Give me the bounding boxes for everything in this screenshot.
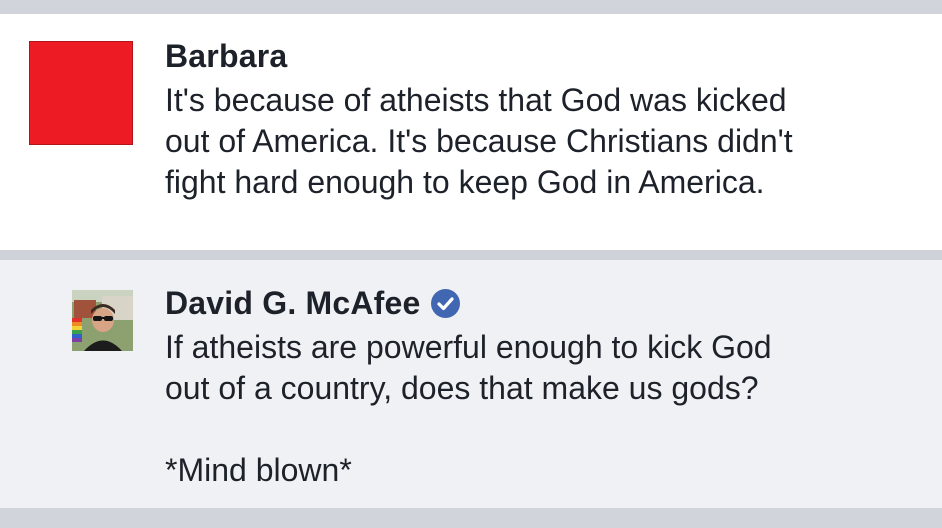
reply-david: David G. McAfee If atheists are powerful…	[0, 260, 942, 508]
reply-text: If atheists are powerful enough to kick …	[165, 327, 925, 409]
reply-text-line: If atheists are powerful enough to kick …	[165, 329, 772, 365]
comment-text-line: out of America. It's because Christians …	[165, 123, 793, 159]
comment-barbara: Barbara It's because of atheists that Go…	[0, 14, 942, 250]
comment-text: It's because of atheists that God was ki…	[165, 80, 925, 203]
avatar[interactable]	[72, 290, 133, 351]
divider	[0, 250, 942, 260]
comment-author-name[interactable]: Barbara	[165, 38, 287, 75]
profile-photo-icon	[72, 290, 133, 351]
feed-background-bottom	[0, 508, 942, 528]
avatar[interactable]	[29, 41, 133, 145]
reply-text-line: out of a country, does that make us gods…	[165, 370, 759, 406]
reply-author-row: David G. McAfee	[165, 285, 460, 322]
reply-author-name[interactable]: David G. McAfee	[165, 285, 421, 322]
comment-text-line: It's because of atheists that God was ki…	[165, 82, 787, 118]
feed-background-top	[0, 0, 942, 14]
verified-badge-icon	[430, 289, 460, 318]
reply-text-line: *Mind blown*	[165, 452, 352, 488]
comment-text-line: fight hard enough to keep God in America…	[165, 164, 765, 200]
